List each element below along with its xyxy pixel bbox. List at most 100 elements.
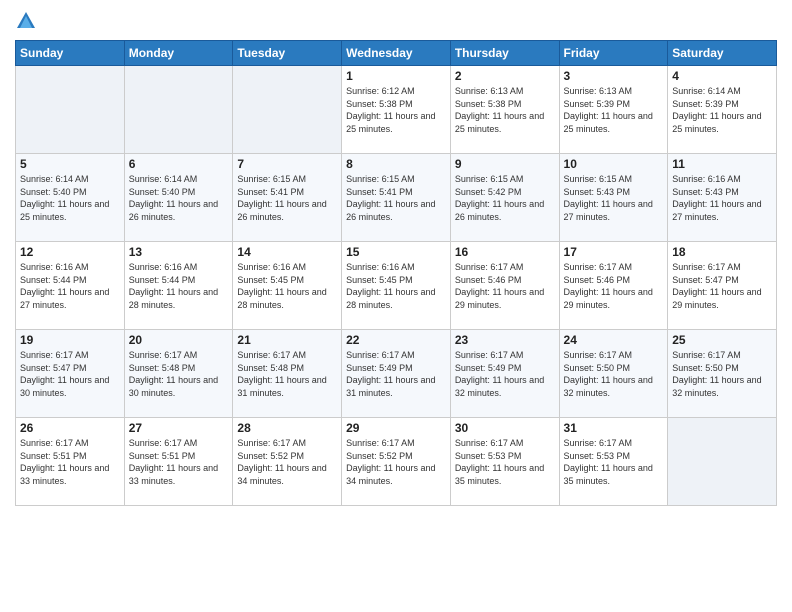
day-number: 7: [237, 157, 337, 171]
day-info: Sunrise: 6:16 AMSunset: 5:45 PMDaylight:…: [346, 262, 435, 310]
calendar-week-2: 5 Sunrise: 6:14 AMSunset: 5:40 PMDaylight…: [16, 154, 777, 242]
day-number: 28: [237, 421, 337, 435]
day-number: 30: [455, 421, 555, 435]
calendar-cell: 27 Sunrise: 6:17 AMSunset: 5:51 PMDayligh…: [124, 418, 233, 506]
calendar-cell: 28 Sunrise: 6:17 AMSunset: 5:52 PMDayligh…: [233, 418, 342, 506]
calendar-cell: 20 Sunrise: 6:17 AMSunset: 5:48 PMDayligh…: [124, 330, 233, 418]
calendar-week-5: 26 Sunrise: 6:17 AMSunset: 5:51 PMDayligh…: [16, 418, 777, 506]
day-info: Sunrise: 6:13 AMSunset: 5:38 PMDaylight:…: [455, 86, 544, 134]
calendar-cell: 25 Sunrise: 6:17 AMSunset: 5:50 PMDayligh…: [668, 330, 777, 418]
day-info: Sunrise: 6:17 AMSunset: 5:50 PMDaylight:…: [672, 350, 761, 398]
day-info: Sunrise: 6:17 AMSunset: 5:53 PMDaylight:…: [564, 438, 653, 486]
calendar-cell: 23Sunrise: 6:17 AMSunset: 5:49 PMDayligh…: [450, 330, 559, 418]
calendar-cell: 22Sunrise: 6:17 AMSunset: 5:49 PMDayligh…: [342, 330, 451, 418]
calendar-cell: 5 Sunrise: 6:14 AMSunset: 5:40 PMDaylight…: [16, 154, 125, 242]
header: [15, 10, 777, 32]
day-number: 12: [20, 245, 120, 259]
day-number: 13: [129, 245, 229, 259]
day-info: Sunrise: 6:13 AMSunset: 5:39 PMDaylight:…: [564, 86, 653, 134]
day-info: Sunrise: 6:14 AMSunset: 5:40 PMDaylight:…: [129, 174, 218, 222]
day-number: 31: [564, 421, 664, 435]
day-info: Sunrise: 6:17 AMSunset: 5:46 PMDaylight:…: [564, 262, 653, 310]
day-info: Sunrise: 6:16 AMSunset: 5:44 PMDaylight:…: [20, 262, 109, 310]
calendar-cell: 24 Sunrise: 6:17 AMSunset: 5:50 PMDayligh…: [559, 330, 668, 418]
calendar-cell: 1Sunrise: 6:12 AMSunset: 5:38 PMDaylight…: [342, 66, 451, 154]
calendar-cell: 29Sunrise: 6:17 AMSunset: 5:52 PMDayligh…: [342, 418, 451, 506]
calendar-cell: 9 Sunrise: 6:15 AMSunset: 5:42 PMDaylight…: [450, 154, 559, 242]
col-header-thursday: Thursday: [450, 41, 559, 66]
day-number: 14: [237, 245, 337, 259]
calendar-cell: 26 Sunrise: 6:17 AMSunset: 5:51 PMDayligh…: [16, 418, 125, 506]
day-info: Sunrise: 6:17 AMSunset: 5:53 PMDaylight:…: [455, 438, 544, 486]
day-number: 20: [129, 333, 229, 347]
day-number: 10: [564, 157, 664, 171]
calendar-cell: 10 Sunrise: 6:15 AMSunset: 5:43 PMDayligh…: [559, 154, 668, 242]
logo: [15, 10, 41, 32]
day-number: 6: [129, 157, 229, 171]
calendar-table: SundayMondayTuesdayWednesdayThursdayFrid…: [15, 40, 777, 506]
calendar-cell: 19 Sunrise: 6:17 AMSunset: 5:47 PMDayligh…: [16, 330, 125, 418]
day-number: 4: [672, 69, 772, 83]
col-header-monday: Monday: [124, 41, 233, 66]
day-info: Sunrise: 6:17 AMSunset: 5:48 PMDaylight:…: [129, 350, 218, 398]
calendar-cell: [233, 66, 342, 154]
calendar-cell: 7 Sunrise: 6:15 AMSunset: 5:41 PMDaylight…: [233, 154, 342, 242]
day-info: Sunrise: 6:15 AMSunset: 5:43 PMDaylight:…: [564, 174, 653, 222]
day-number: 3: [564, 69, 664, 83]
day-info: Sunrise: 6:12 AMSunset: 5:38 PMDaylight:…: [346, 86, 435, 134]
calendar-cell: 4 Sunrise: 6:14 AMSunset: 5:39 PMDaylight…: [668, 66, 777, 154]
day-info: Sunrise: 6:14 AMSunset: 5:39 PMDaylight:…: [672, 86, 761, 134]
day-number: 25: [672, 333, 772, 347]
page: SundayMondayTuesdayWednesdayThursdayFrid…: [0, 0, 792, 612]
day-info: Sunrise: 6:17 AMSunset: 5:49 PMDaylight:…: [455, 350, 544, 398]
day-info: Sunrise: 6:16 AMSunset: 5:45 PMDaylight:…: [237, 262, 326, 310]
day-number: 19: [20, 333, 120, 347]
day-number: 8: [346, 157, 446, 171]
day-info: Sunrise: 6:15 AMSunset: 5:42 PMDaylight:…: [455, 174, 544, 222]
col-header-sunday: Sunday: [16, 41, 125, 66]
day-info: Sunrise: 6:17 AMSunset: 5:48 PMDaylight:…: [237, 350, 326, 398]
day-number: 5: [20, 157, 120, 171]
calendar-header-row: SundayMondayTuesdayWednesdayThursdayFrid…: [16, 41, 777, 66]
calendar-cell: 2Sunrise: 6:13 AMSunset: 5:38 PMDaylight…: [450, 66, 559, 154]
calendar-cell: 30 Sunrise: 6:17 AMSunset: 5:53 PMDayligh…: [450, 418, 559, 506]
day-info: Sunrise: 6:17 AMSunset: 5:52 PMDaylight:…: [237, 438, 326, 486]
day-info: Sunrise: 6:17 AMSunset: 5:47 PMDaylight:…: [20, 350, 109, 398]
calendar-cell: 18 Sunrise: 6:17 AMSunset: 5:47 PMDayligh…: [668, 242, 777, 330]
day-number: 17: [564, 245, 664, 259]
day-number: 11: [672, 157, 772, 171]
col-header-tuesday: Tuesday: [233, 41, 342, 66]
day-info: Sunrise: 6:15 AMSunset: 5:41 PMDaylight:…: [237, 174, 326, 222]
calendar-cell: 31 Sunrise: 6:17 AMSunset: 5:53 PMDayligh…: [559, 418, 668, 506]
calendar-cell: [124, 66, 233, 154]
calendar-cell: 13 Sunrise: 6:16 AMSunset: 5:44 PMDayligh…: [124, 242, 233, 330]
day-number: 9: [455, 157, 555, 171]
calendar-cell: [668, 418, 777, 506]
calendar-cell: 11Sunrise: 6:16 AMSunset: 5:43 PMDayligh…: [668, 154, 777, 242]
calendar-cell: 14 Sunrise: 6:16 AMSunset: 5:45 PMDayligh…: [233, 242, 342, 330]
day-number: 26: [20, 421, 120, 435]
day-number: 21: [237, 333, 337, 347]
calendar-cell: [16, 66, 125, 154]
day-info: Sunrise: 6:17 AMSunset: 5:51 PMDaylight:…: [129, 438, 218, 486]
day-info: Sunrise: 6:14 AMSunset: 5:40 PMDaylight:…: [20, 174, 109, 222]
calendar-cell: 17 Sunrise: 6:17 AMSunset: 5:46 PMDayligh…: [559, 242, 668, 330]
day-info: Sunrise: 6:17 AMSunset: 5:50 PMDaylight:…: [564, 350, 653, 398]
calendar-cell: 12 Sunrise: 6:16 AMSunset: 5:44 PMDayligh…: [16, 242, 125, 330]
calendar-cell: 3 Sunrise: 6:13 AMSunset: 5:39 PMDaylight…: [559, 66, 668, 154]
day-number: 18: [672, 245, 772, 259]
col-header-friday: Friday: [559, 41, 668, 66]
day-info: Sunrise: 6:17 AMSunset: 5:51 PMDaylight:…: [20, 438, 109, 486]
calendar-cell: 16Sunrise: 6:17 AMSunset: 5:46 PMDayligh…: [450, 242, 559, 330]
day-number: 27: [129, 421, 229, 435]
day-info: Sunrise: 6:16 AMSunset: 5:44 PMDaylight:…: [129, 262, 218, 310]
day-number: 24: [564, 333, 664, 347]
calendar-week-3: 12 Sunrise: 6:16 AMSunset: 5:44 PMDayligh…: [16, 242, 777, 330]
calendar-week-1: 1Sunrise: 6:12 AMSunset: 5:38 PMDaylight…: [16, 66, 777, 154]
day-info: Sunrise: 6:17 AMSunset: 5:47 PMDaylight:…: [672, 262, 761, 310]
day-info: Sunrise: 6:15 AMSunset: 5:41 PMDaylight:…: [346, 174, 435, 222]
calendar-cell: 6 Sunrise: 6:14 AMSunset: 5:40 PMDaylight…: [124, 154, 233, 242]
calendar-cell: 15Sunrise: 6:16 AMSunset: 5:45 PMDayligh…: [342, 242, 451, 330]
day-number: 16: [455, 245, 555, 259]
day-info: Sunrise: 6:17 AMSunset: 5:52 PMDaylight:…: [346, 438, 435, 486]
